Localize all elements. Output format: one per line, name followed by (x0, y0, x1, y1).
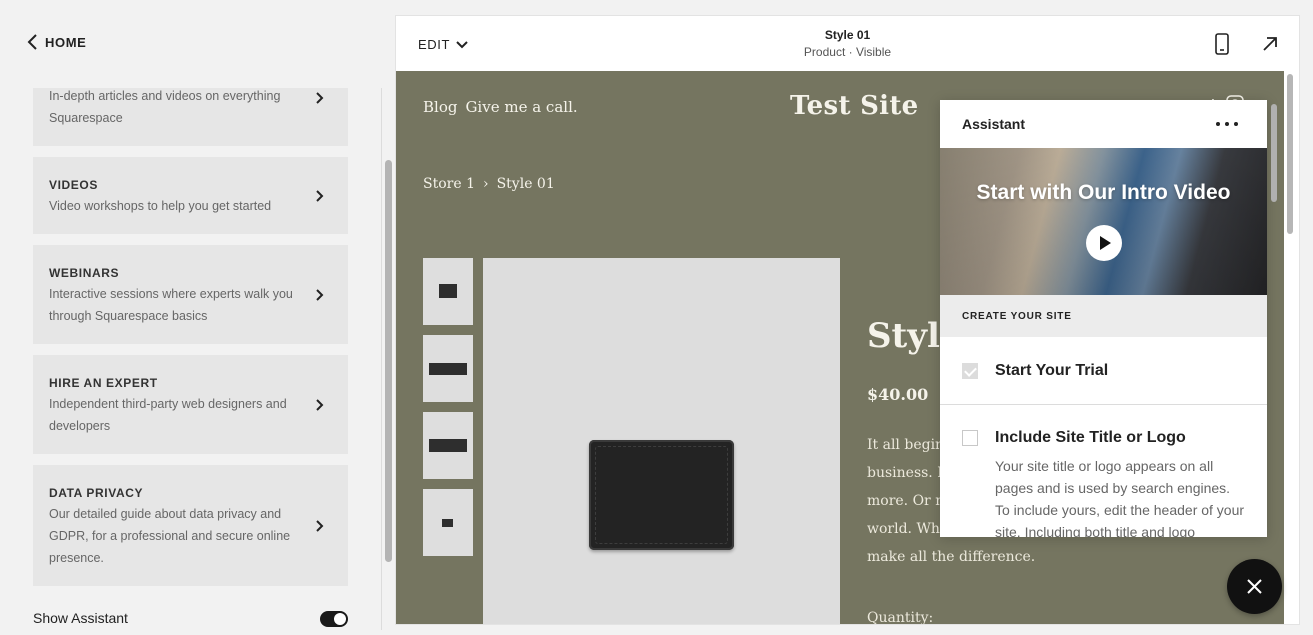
preview-scrollbar[interactable] (1287, 74, 1293, 234)
card-description: Video workshops to help you get started (49, 199, 272, 213)
assistant-title: Assistant (962, 116, 1026, 132)
assistant-panel: Assistant Start with Our Intro Video CRE… (940, 100, 1267, 537)
create-your-site-section: CREATE YOUR SITE (940, 295, 1267, 337)
product-description-line: world. Wha (867, 521, 949, 537)
product-description-line: business. M (867, 465, 952, 481)
card-title: HIRE AN EXPERT (49, 376, 158, 390)
wallet-image (589, 440, 734, 550)
chevron-right-icon (316, 399, 324, 411)
close-assistant-button[interactable] (1227, 559, 1282, 614)
mobile-phone-icon[interactable] (1212, 33, 1232, 55)
assistant-header: Assistant (940, 100, 1267, 148)
help-card-data-privacy[interactable]: DATA PRIVACY Our detailed guide about da… (33, 465, 348, 586)
card-description: In-depth articles and videos on everythi… (49, 89, 281, 125)
task-title[interactable]: Start Your Trial (995, 362, 1108, 380)
card-title: WEBINARS (49, 266, 120, 280)
product-thumbnail[interactable] (423, 335, 473, 402)
section-label: CREATE YOUR SITE (962, 311, 1072, 322)
breadcrumb-separator: › (482, 176, 489, 192)
card-description: Independent third-party web designers an… (49, 397, 287, 433)
product-thumbnail[interactable] (423, 412, 473, 479)
chevron-left-icon (27, 34, 37, 50)
home-label: HOME (45, 34, 87, 50)
assistant-scrollbar[interactable] (1271, 104, 1277, 202)
show-assistant-label: Show Assistant (33, 610, 128, 626)
video-title: Start with Our Intro Video (976, 181, 1231, 204)
task-include-title-logo[interactable]: Include Site Title or Logo Your site tit… (940, 405, 1267, 537)
page-title: Style 01 (824, 28, 871, 42)
chevron-right-icon (316, 92, 324, 104)
site-nav: Blog Give me a call. (423, 98, 578, 116)
preview-topbar: EDIT Style 01 Product · Visible (396, 16, 1299, 71)
product-description-line: more. Or m (867, 493, 949, 509)
help-card-videos[interactable]: VIDEOS Video workshops to help you get s… (33, 157, 348, 234)
breadcrumb-store[interactable]: Store 1 (423, 176, 475, 192)
card-description: Interactive sessions where experts walk … (49, 287, 293, 323)
product-price: $40.00 (867, 385, 929, 404)
help-card-guides[interactable]: In-depth articles and videos on everythi… (33, 88, 348, 146)
home-button[interactable]: HOME (27, 34, 86, 50)
task-checkbox[interactable] (962, 430, 978, 446)
chevron-right-icon (316, 520, 324, 532)
breadcrumb: Store 1 › Style 01 (423, 176, 555, 192)
play-icon[interactable] (1086, 225, 1122, 261)
breadcrumb-current: Style 01 (496, 176, 555, 192)
chevron-right-icon (316, 190, 324, 202)
site-nav-link-call[interactable]: Give me a call. (465, 98, 577, 116)
task-checkbox[interactable] (962, 363, 978, 379)
show-assistant-toggle[interactable] (320, 611, 348, 627)
page-subtitle: Product · Visible (803, 45, 892, 59)
product-description-line: It all begins (867, 437, 952, 453)
left-panel: HOME In-depth articles and videos on eve… (0, 0, 392, 635)
site-title[interactable]: Test Site (790, 91, 919, 121)
task-description: Your site title or logo appears on all p… (995, 458, 1245, 537)
arrow-up-right-icon[interactable] (1261, 35, 1279, 53)
product-thumbnail[interactable] (423, 489, 473, 556)
help-card-list[interactable]: In-depth articles and videos on everythi… (0, 88, 382, 630)
chevron-right-icon (316, 289, 324, 301)
product-main-image[interactable] (483, 258, 840, 624)
card-title: DATA PRIVACY (49, 486, 144, 500)
task-title[interactable]: Include Site Title or Logo (995, 429, 1186, 447)
help-card-webinars[interactable]: WEBINARS Interactive sessions where expe… (33, 245, 348, 344)
more-horizontal-icon[interactable] (1216, 122, 1238, 127)
intro-video[interactable]: Start with Our Intro Video (940, 148, 1267, 295)
left-scrollbar[interactable] (385, 160, 392, 562)
card-description: Our detailed guide about data privacy an… (49, 507, 291, 565)
left-scrollbar-track (381, 88, 382, 630)
card-title: VIDEOS (49, 178, 98, 192)
product-thumbnail[interactable] (423, 258, 473, 325)
product-description-line: make all the difference. (867, 549, 1036, 565)
site-nav-link-blog[interactable]: Blog (423, 98, 457, 116)
help-card-hire-an-expert[interactable]: HIRE AN EXPERT Independent third-party w… (33, 355, 348, 454)
quantity-label: Quantity: (867, 610, 934, 624)
task-start-trial[interactable]: Start Your Trial (940, 337, 1267, 404)
close-icon (1247, 579, 1262, 594)
